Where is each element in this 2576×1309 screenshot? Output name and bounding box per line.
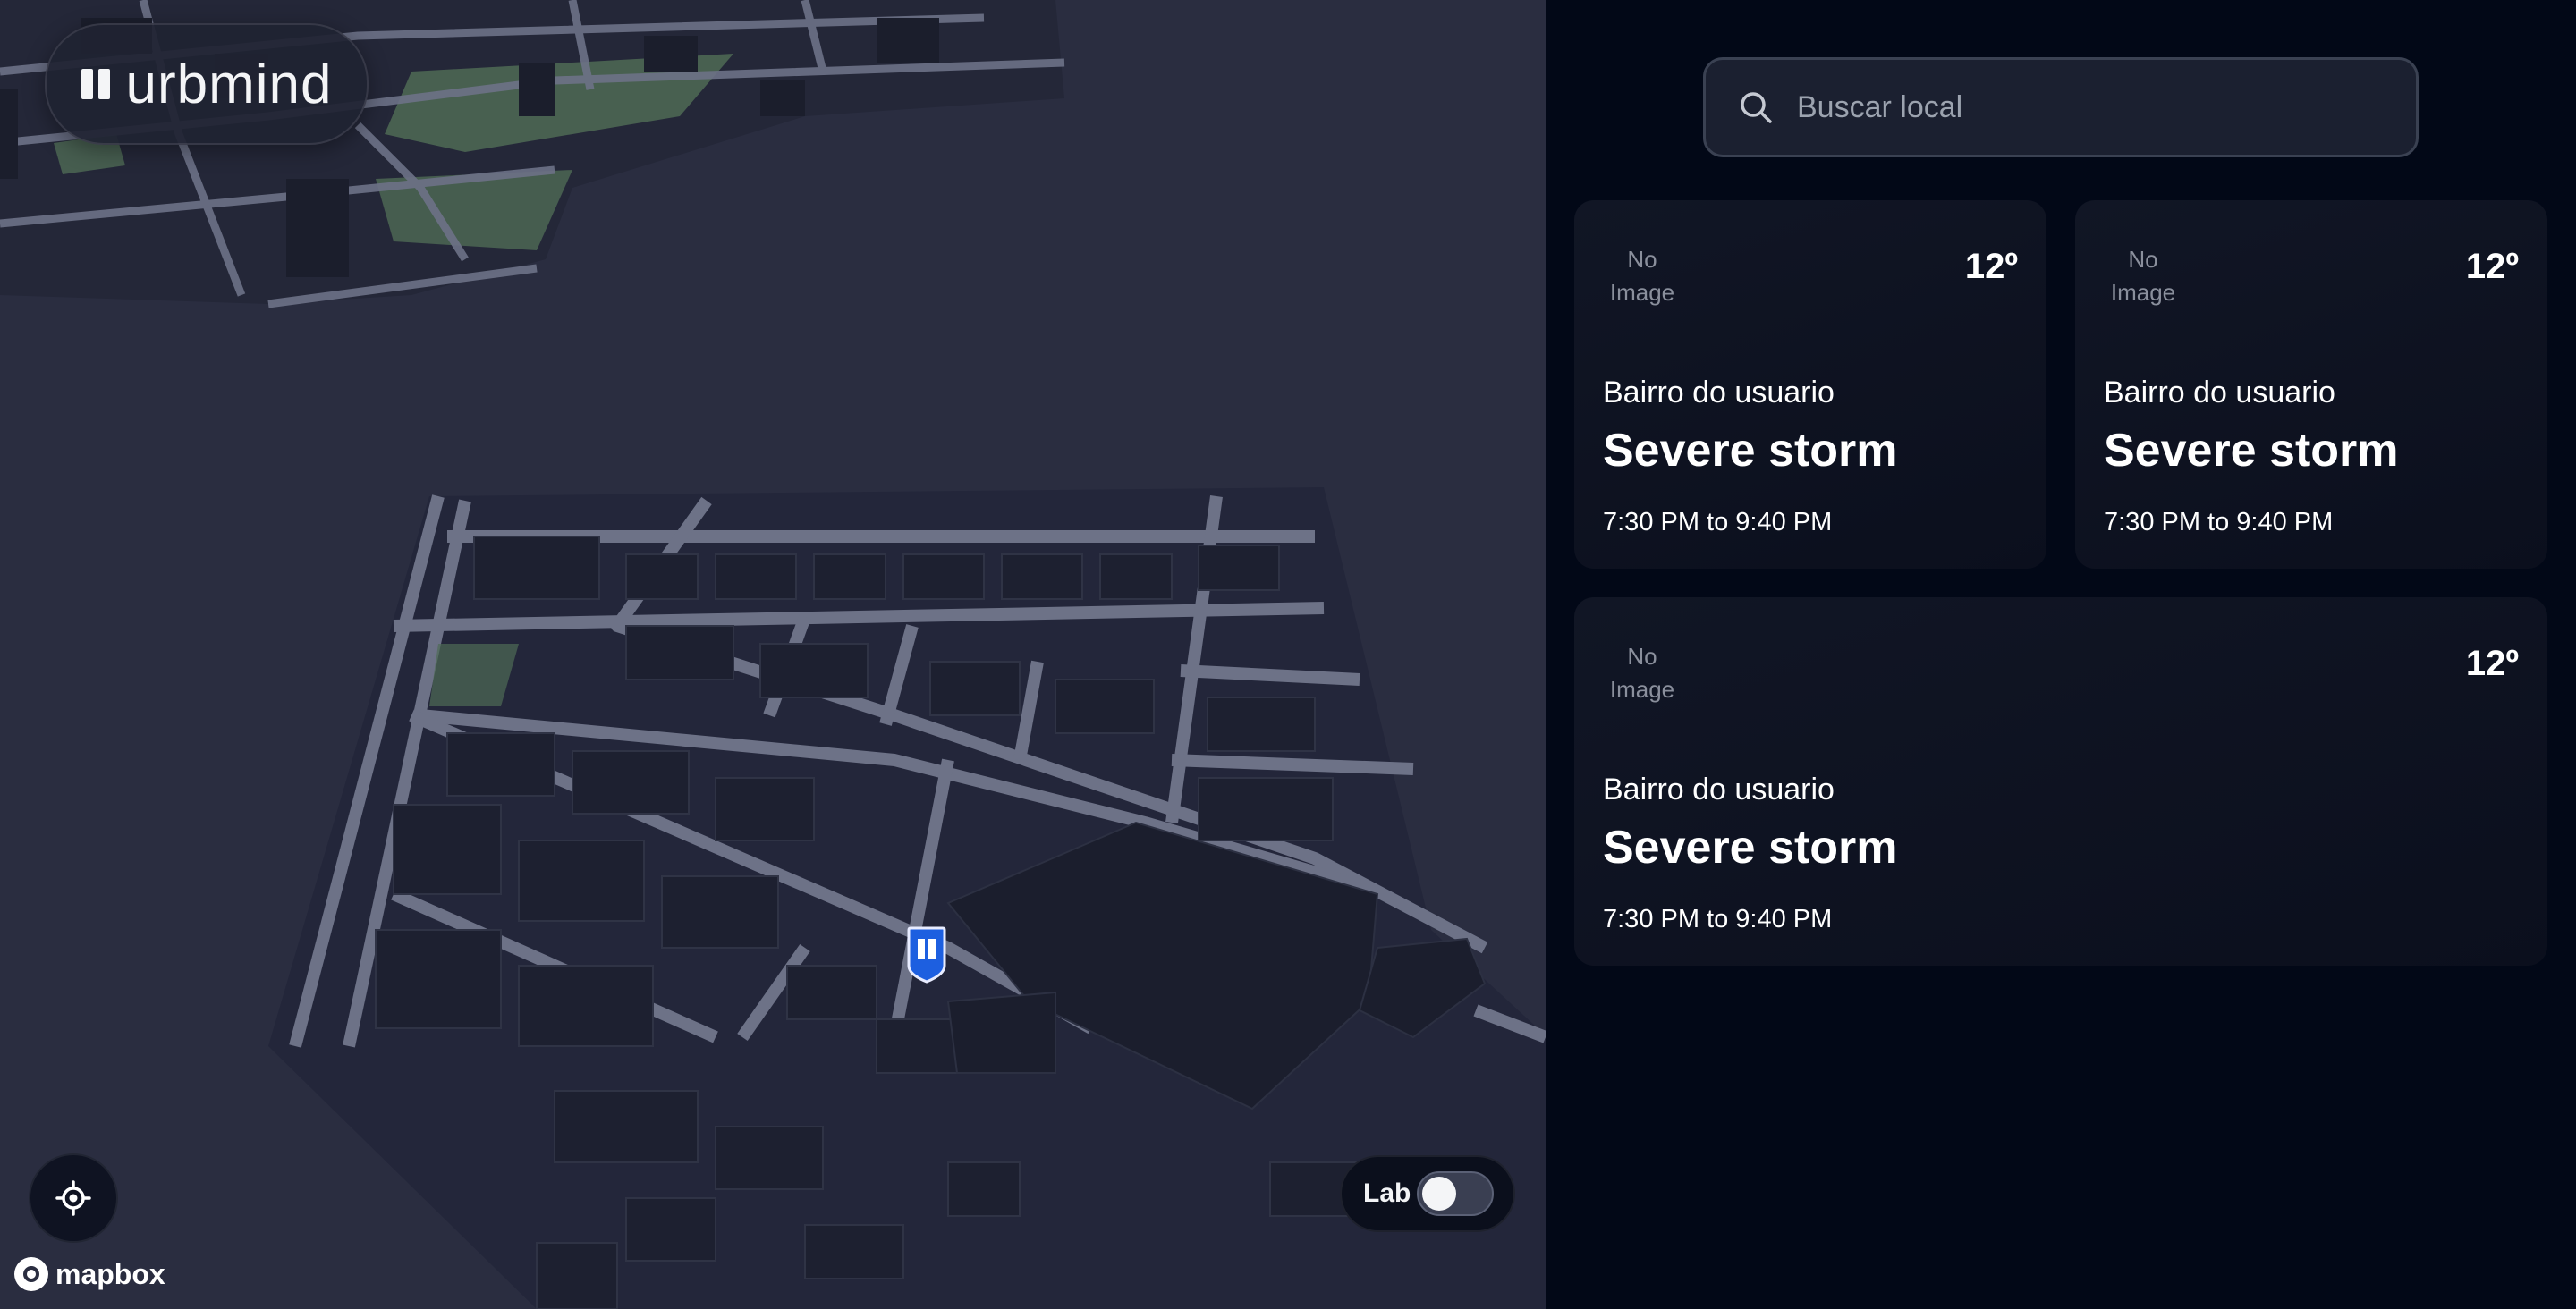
search-input[interactable]	[1797, 89, 2351, 125]
search-bar[interactable]	[1703, 57, 2419, 157]
weather-card[interactable]: No Image 12º Bairro do usuario Severe st…	[2075, 200, 2547, 569]
lab-toggle-label: Lab	[1363, 1178, 1411, 1208]
card-image-placeholder: No Image	[1609, 246, 1675, 306]
mapbox-logo-icon	[14, 1257, 48, 1291]
brand-logo: urbmind	[45, 23, 369, 145]
card-temperature: 12º	[1964, 247, 2018, 286]
card-condition: Severe storm	[2104, 425, 2399, 477]
toggle-knob	[1422, 1177, 1456, 1211]
mapbox-attribution[interactable]: mapbox	[14, 1257, 165, 1291]
side-panel: No Image 12º Bairro do usuario Severe st…	[1546, 0, 2576, 1309]
card-time: 7:30 PM to 9:40 PM	[2104, 508, 2334, 536]
map-canvas[interactable]: urbmind mapbox Lab	[0, 0, 1546, 1309]
card-place: Bairro do usuario	[2104, 376, 2335, 410]
weather-card[interactable]: No Image 12º Bairro do usuario Severe st…	[1574, 597, 2547, 966]
brand-name: urbmind	[125, 53, 333, 115]
card-image-placeholder: No Image	[2110, 246, 2176, 306]
card-place: Bairro do usuario	[1603, 773, 1835, 807]
card-image-placeholder: No Image	[1609, 643, 1675, 703]
card-time: 7:30 PM to 9:40 PM	[1603, 905, 1833, 933]
locate-button[interactable]	[29, 1153, 118, 1243]
map-render	[0, 0, 1546, 1309]
search-icon	[1741, 92, 1772, 123]
card-condition: Severe storm	[1603, 425, 1898, 477]
mapbox-label: mapbox	[55, 1257, 165, 1290]
card-place: Bairro do usuario	[1603, 376, 1835, 410]
lab-toggle-control[interactable]: Lab	[1340, 1155, 1515, 1232]
card-temperature: 12º	[2465, 644, 2519, 683]
lab-toggle-switch[interactable]	[1417, 1171, 1494, 1216]
weather-card[interactable]: No Image 12º Bairro do usuario Severe st…	[1574, 200, 2046, 569]
locate-icon	[55, 1180, 91, 1216]
location-pin-icon[interactable]	[907, 926, 946, 984]
card-time: 7:30 PM to 9:40 PM	[1603, 508, 1833, 536]
card-temperature: 12º	[2465, 247, 2519, 286]
card-condition: Severe storm	[1603, 822, 1898, 874]
urbmind-logo-mark	[80, 69, 110, 99]
